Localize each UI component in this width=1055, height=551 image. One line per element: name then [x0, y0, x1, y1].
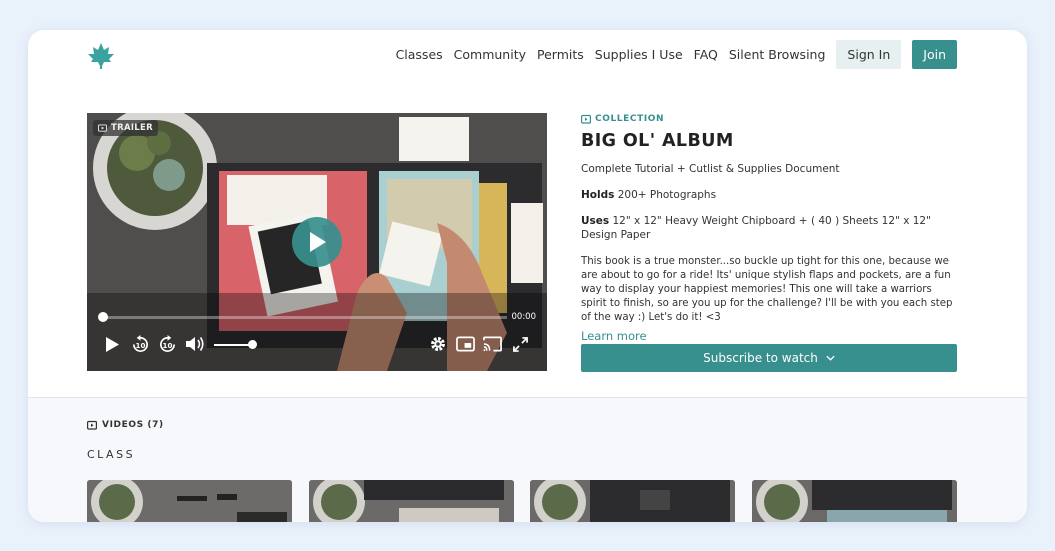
chevron-down-icon: [826, 355, 835, 361]
forward-10-icon: 10: [159, 334, 175, 352]
uses-line: Uses 12" x 12" Heavy Weight Chipboard + …: [581, 214, 957, 242]
maple-leaf-logo-icon[interactable]: [87, 42, 115, 70]
learn-more-link[interactable]: Learn more: [581, 329, 647, 343]
collection-label: COLLECTION: [581, 113, 957, 125]
join-button[interactable]: Join: [912, 40, 957, 69]
video-thumbnail-1[interactable]: [87, 480, 292, 522]
nav-community[interactable]: Community: [454, 47, 526, 62]
progress-bar[interactable]: [103, 316, 507, 319]
play-icon: [310, 232, 326, 252]
videos-label-text: VIDEOS (7): [102, 420, 164, 430]
subscribe-button-label: Subscribe to watch: [703, 351, 818, 365]
videos-label: VIDEOS (7): [87, 420, 164, 430]
holds-label: Holds: [581, 189, 615, 201]
nav-silent-browsing[interactable]: Silent Browsing: [729, 47, 826, 62]
page-card: Classes Community Permits Supplies I Use…: [28, 30, 1027, 522]
cast-button[interactable]: [482, 333, 502, 355]
sign-in-button[interactable]: Sign In: [836, 40, 902, 69]
thumbnail-image: [752, 480, 957, 522]
thumbnail-image: [309, 480, 514, 522]
time-display: 00:00: [511, 312, 537, 322]
subscribe-button[interactable]: Subscribe to watch: [581, 344, 957, 372]
video-icon: [87, 420, 97, 430]
class-section-title: CLASS: [87, 448, 136, 461]
thumbnail-image: [87, 480, 292, 522]
collection-label-text: COLLECTION: [595, 114, 665, 124]
play-button[interactable]: [103, 333, 121, 355]
svg-text:10: 10: [135, 340, 145, 349]
volume-handle[interactable]: [248, 340, 257, 349]
collection-info: COLLECTION BIG OL' ALBUM Complete Tutori…: [581, 113, 957, 372]
videos-section: VIDEOS (7) CLASS: [28, 397, 1027, 522]
settings-button[interactable]: [428, 333, 448, 355]
fullscreen-button[interactable]: [511, 333, 529, 355]
forward-10-button[interactable]: 10: [157, 333, 177, 355]
play-overlay-button[interactable]: [292, 217, 342, 267]
play-small-icon: [105, 336, 119, 352]
collection-icon: [581, 114, 591, 124]
volume-slider[interactable]: [214, 344, 252, 346]
nav-permits[interactable]: Permits: [537, 47, 584, 62]
trailer-badge-label: TRAILER: [111, 123, 153, 133]
volume-icon: [186, 337, 204, 351]
fullscreen-icon: [512, 336, 528, 352]
gear-icon: [431, 337, 445, 351]
rewind-10-button[interactable]: 10: [130, 333, 150, 355]
video-player[interactable]: TRAILER 00:00 10 10: [87, 113, 547, 371]
progress-handle[interactable]: [98, 312, 108, 322]
cast-icon: [482, 336, 502, 352]
trailer-icon: [98, 123, 107, 132]
video-thumbnail-2[interactable]: [309, 480, 514, 522]
rewind-10-icon: 10: [132, 334, 148, 352]
svg-text:10: 10: [162, 340, 172, 349]
volume-button[interactable]: [184, 333, 206, 355]
page-title: BIG OL' ALBUM: [581, 131, 734, 151]
uses-label: Uses: [581, 215, 610, 227]
uses-value: 12" x 12" Heavy Weight Chipboard + ( 40 …: [581, 215, 931, 241]
nav-faq[interactable]: FAQ: [694, 47, 718, 62]
picture-in-picture-icon: [455, 336, 475, 352]
thumbnail-image: [530, 480, 735, 522]
collection-subtitle: Complete Tutorial + Cutlist & Supplies D…: [581, 163, 840, 175]
video-thumbnail-3[interactable]: [530, 480, 735, 522]
video-thumbnail-4[interactable]: [752, 480, 957, 522]
holds-line: Holds 200+ Photographs: [581, 188, 957, 202]
collection-description: This book is a true monster...so buckle …: [581, 256, 953, 323]
main-nav: Classes Community Permits Supplies I Use…: [385, 40, 957, 69]
nav-classes[interactable]: Classes: [396, 47, 443, 62]
holds-value: 200+ Photographs: [614, 189, 717, 201]
nav-supplies[interactable]: Supplies I Use: [595, 47, 683, 62]
trailer-badge: TRAILER: [93, 120, 158, 136]
picture-in-picture-button[interactable]: [455, 333, 475, 355]
